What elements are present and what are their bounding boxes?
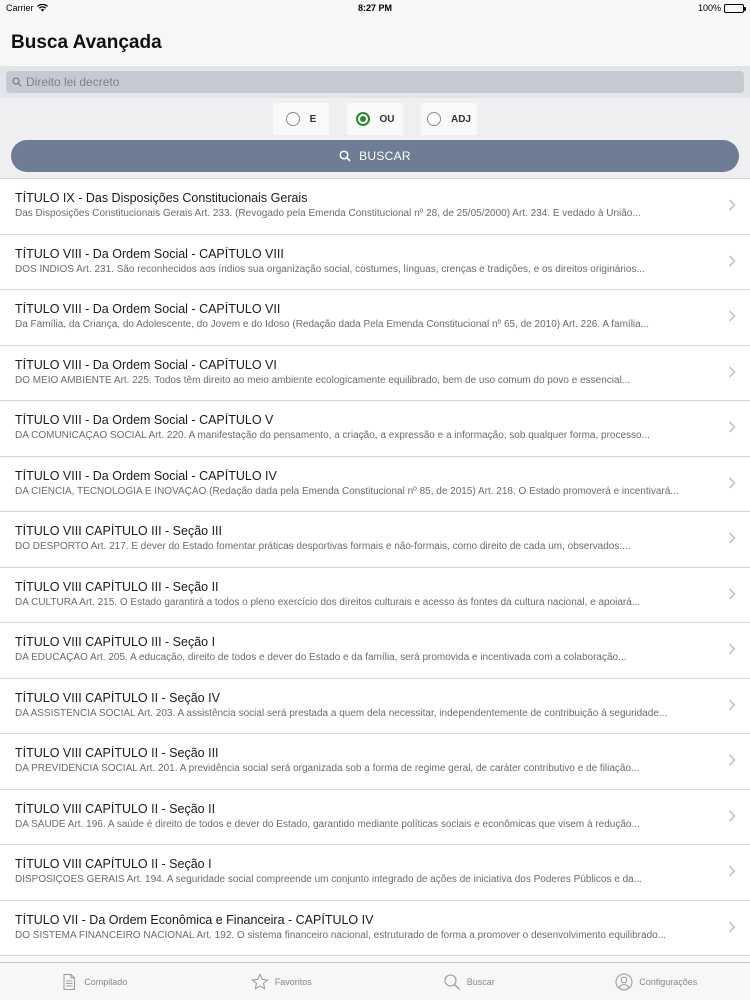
tab-favoritos[interactable]: Favoritos — [188, 963, 376, 1000]
list-item[interactable]: TÍTULO VII - Da Ordem Econômica e Financ… — [0, 901, 750, 956]
battery-percentage: 100% — [697, 3, 721, 13]
list-item-subtitle: DA SAÚDE Art. 196. A saúde é direito de … — [15, 818, 640, 830]
list-item[interactable]: TÍTULO VIII - Da Ordem Social - CAPÍTULO… — [0, 290, 750, 346]
search-mode-selector: E OU ADJ — [0, 98, 750, 138]
search-icon — [12, 77, 22, 87]
radio-button-adj[interactable] — [426, 112, 441, 126]
search-area — [0, 66, 750, 98]
chevron-right-icon — [728, 254, 736, 267]
list-item[interactable]: TÍTULO VIII - Da Ordem Social - CAPÍTULO… — [0, 457, 750, 512]
radio-button-e[interactable] — [285, 112, 300, 126]
list-item-subtitle: DA COMUNICAÇÃO SOCIAL Art. 220. A manife… — [15, 430, 650, 441]
list-item-subtitle: DO SISTEMA FINANCEIRO NACIONAL Art. 192.… — [15, 929, 667, 941]
list-item[interactable]: TÍTULO VIII CAPÍTULO II - Seção III DA P… — [0, 734, 750, 790]
list-item-title: TÍTULO VIII CAPÍTULO III - Seção III — [15, 524, 222, 538]
list-item[interactable]: TÍTULO VIII CAPÍTULO III - Seção III DO … — [0, 512, 750, 568]
list-item[interactable]: TÍTULO VIII CAPÍTULO II - Seção II DA SA… — [0, 790, 750, 845]
list-item[interactable]: TÍTULO VIII CAPÍTULO III - Seção I DA ED… — [0, 623, 750, 679]
list-item-subtitle: DA PREVIDÊNCIA SOCIAL Art. 201. A previd… — [15, 763, 640, 774]
list-item[interactable]: TÍTULO VIII CAPÍTULO III - Seção II DA C… — [0, 568, 750, 623]
buscar-button[interactable]: BUSCAR — [11, 140, 739, 172]
status-bar: Carrier 8:27 PM 100% — [0, 0, 750, 18]
radio-option-ou[interactable]: OU — [347, 103, 403, 135]
document-icon — [63, 973, 76, 990]
list-item-subtitle: Das Disposições Constitucionais Gerais A… — [15, 208, 641, 219]
search-box[interactable] — [6, 71, 744, 93]
radio-label-e: E — [309, 113, 317, 125]
chevron-right-icon — [728, 476, 736, 489]
list-item[interactable]: TÍTULO VIII CAPÍTULO II - Seção IV DA AS… — [0, 679, 750, 734]
tab-label: Favoritos — [274, 976, 312, 987]
chevron-right-icon — [728, 865, 736, 877]
list-item-title: TÍTULO VIII - Da Ordem Social - CAPÍTULO… — [15, 302, 281, 316]
chevron-right-icon — [728, 643, 736, 655]
chevron-right-icon — [728, 754, 736, 766]
radio-label-adj: ADJ — [450, 113, 471, 125]
list-item-title: TÍTULO VII - Da Ordem Econômica e Financ… — [15, 912, 374, 927]
clock: 8:27 PM — [357, 3, 392, 13]
tab-configuracoes[interactable]: Configurações — [563, 963, 750, 1000]
radio-label-ou: OU — [379, 113, 395, 125]
navigation-header: Busca Avançada — [0, 18, 750, 66]
chevron-right-icon — [728, 310, 736, 322]
list-item-title: TÍTULO VIII - Da Ordem Social - CAPÍTULO… — [15, 468, 277, 483]
tab-label: Buscar — [466, 976, 495, 987]
page-title: Busca Avançada — [11, 32, 162, 53]
radio-option-e[interactable]: E — [273, 103, 329, 135]
list-item-subtitle: DOS ÍNDIOS Art. 231. São reconhecidos ao… — [15, 263, 645, 275]
list-item-title: TÍTULO IX - Das Disposições Constitucion… — [15, 191, 308, 205]
search-icon — [444, 973, 460, 990]
chevron-right-icon — [728, 587, 736, 600]
list-item-subtitle: DO MEIO AMBIENTE Art. 225. Todos têm dir… — [15, 374, 631, 386]
star-icon — [251, 972, 269, 990]
search-input[interactable] — [26, 75, 706, 89]
list-item-title: TÍTULO VIII CAPÍTULO II - Seção II — [15, 801, 216, 816]
list-item-subtitle: DA CULTURA Art. 215. O Estado garantirá … — [15, 596, 641, 608]
list-item-subtitle: DA CIÊNCIA, TECNOLOGIA E INOVAÇÃO (Redaç… — [15, 485, 679, 497]
battery-icon — [724, 3, 746, 13]
list-item-title: TÍTULO VIII CAPÍTULO II - Seção IV — [15, 690, 220, 705]
chevron-right-icon — [728, 199, 736, 211]
tab-bar: Compilado Favoritos Buscar Configurações — [0, 962, 750, 1000]
tab-label: Configurações — [639, 976, 698, 987]
list-item-title: TÍTULO VIII - Da Ordem Social - CAPÍTULO… — [15, 413, 274, 427]
list-item-title: TÍTULO VIII - Da Ordem Social - CAPÍTULO… — [15, 357, 277, 372]
list-item[interactable]: TÍTULO IX - Das Disposições Constitucion… — [0, 179, 750, 235]
list-item-subtitle: DA EDUCAÇÃO Art. 205. A educação, direit… — [15, 652, 627, 663]
chevron-right-icon — [728, 365, 736, 378]
list-item-title: TÍTULO VIII CAPÍTULO II - Seção III — [15, 746, 219, 760]
tab-buscar[interactable]: Buscar — [375, 963, 563, 1000]
chevron-right-icon — [728, 698, 736, 711]
tab-compilado[interactable]: Compilado — [0, 963, 188, 1000]
list-item-title: TÍTULO VIII - Da Ordem Social - CAPÍTULO… — [15, 246, 284, 261]
radio-button-ou[interactable] — [355, 112, 370, 126]
list-item[interactable]: TÍTULO VIII CAPÍTULO II - Seção I DISPOS… — [0, 845, 750, 901]
list-item-title: TÍTULO VIII CAPÍTULO III - Seção I — [15, 635, 216, 649]
buscar-button-label: BUSCAR — [359, 149, 411, 163]
list-item-subtitle: DO DESPORTO Art. 217. É dever do Estado … — [15, 541, 631, 552]
search-icon — [339, 150, 351, 162]
list-item-subtitle: DA ASSISTÊNCIA SOCIAL Art. 203. A assist… — [15, 707, 668, 719]
list-item-title: TÍTULO VIII CAPÍTULO II - Seção I — [15, 857, 212, 871]
list-item[interactable]: TÍTULO VIII - Da Ordem Social - CAPÍTULO… — [0, 346, 750, 401]
results-list: TÍTULO IX - Das Disposições Constitucion… — [0, 178, 750, 956]
chevron-right-icon — [728, 421, 736, 433]
radio-option-adj[interactable]: ADJ — [421, 103, 477, 135]
battery-indicator: 100% — [697, 3, 746, 13]
chevron-right-icon — [728, 809, 736, 822]
list-item-subtitle: DISPOSIÇÕES GERAIS Art. 194. A seguridad… — [15, 874, 643, 885]
list-item-subtitle: Da Família, da Criança, do Adolescente, … — [15, 319, 650, 330]
list-item[interactable]: TÍTULO VIII - Da Ordem Social - CAPÍTULO… — [0, 401, 750, 457]
search-button-container: BUSCAR — [0, 138, 750, 178]
person-icon — [615, 973, 633, 990]
list-item-title: TÍTULO VIII CAPÍTULO III - Seção II — [15, 579, 219, 594]
chevron-right-icon — [728, 920, 736, 933]
chevron-right-icon — [728, 532, 736, 544]
list-item[interactable]: TÍTULO VIII - Da Ordem Social - CAPÍTULO… — [0, 235, 750, 290]
tab-label: Compilado — [84, 976, 128, 987]
